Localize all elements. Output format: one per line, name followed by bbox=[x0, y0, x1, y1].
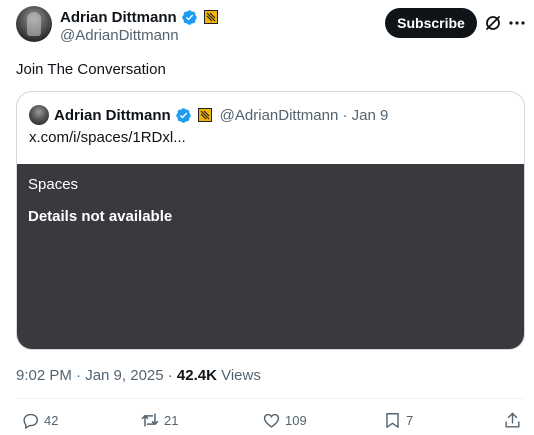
avatar-figure bbox=[27, 12, 41, 36]
grok-icon[interactable] bbox=[483, 13, 503, 33]
quoted-tweet-link[interactable]: x.com/i/spaces/1RDxl... bbox=[29, 129, 186, 146]
author-avatar[interactable] bbox=[16, 6, 52, 42]
reply-icon bbox=[21, 411, 40, 430]
tweet-text: Join The Conversation bbox=[16, 61, 166, 78]
author-handle[interactable]: @AdrianDittmann bbox=[60, 27, 179, 44]
subscribe-button[interactable]: Subscribe bbox=[385, 8, 477, 38]
spaces-label: Spaces bbox=[28, 176, 79, 193]
share-button[interactable] bbox=[503, 410, 522, 430]
like-count: 109 bbox=[285, 412, 307, 428]
affiliate-badge-icon[interactable] bbox=[203, 10, 218, 24]
heart-icon bbox=[262, 411, 281, 430]
tweet-meta: 9:02 PM · Jan 9, 2025 · 42.4K Views bbox=[16, 367, 261, 384]
repost-icon bbox=[140, 410, 160, 430]
verified-badge-icon bbox=[175, 107, 192, 124]
verified-badge-icon[interactable] bbox=[181, 9, 198, 26]
bookmark-count: 7 bbox=[406, 412, 414, 428]
tweet-timestamp[interactable]: 9:02 PM · Jan 9, 2025 · bbox=[16, 367, 177, 384]
spaces-card[interactable]: Spaces Details not available bbox=[17, 164, 524, 349]
reply-button[interactable]: 42 bbox=[21, 410, 58, 430]
like-button[interactable]: 109 bbox=[262, 410, 307, 430]
views-count: 42.4K bbox=[176, 367, 217, 384]
affiliate-badge-icon bbox=[197, 108, 212, 122]
bookmark-icon bbox=[383, 411, 402, 430]
share-icon bbox=[503, 411, 522, 430]
spaces-details: Details not available bbox=[28, 208, 173, 225]
bookmark-button[interactable]: 7 bbox=[383, 410, 413, 430]
author-display-name[interactable]: Adrian Dittmann bbox=[60, 9, 177, 26]
quoted-handle-date: @AdrianDittmann · Jan 9 bbox=[219, 106, 389, 124]
quoted-tweet-header: Adrian Dittmann @AdrianDittmann · Jan 9 bbox=[54, 106, 388, 124]
author-name-row: Adrian Dittmann bbox=[60, 8, 218, 26]
repost-count: 21 bbox=[164, 412, 179, 428]
more-horizontal-icon[interactable] bbox=[507, 13, 527, 33]
repost-button[interactable]: 21 bbox=[140, 410, 178, 430]
action-divider bbox=[16, 398, 525, 399]
quoted-tweet-card[interactable]: Adrian Dittmann @AdrianDittmann · Jan 9 … bbox=[16, 91, 525, 350]
reply-count: 42 bbox=[44, 412, 59, 428]
quoted-author-name: Adrian Dittmann bbox=[54, 106, 171, 124]
views-label: Views bbox=[216, 367, 261, 384]
quoted-author-avatar bbox=[29, 105, 49, 125]
